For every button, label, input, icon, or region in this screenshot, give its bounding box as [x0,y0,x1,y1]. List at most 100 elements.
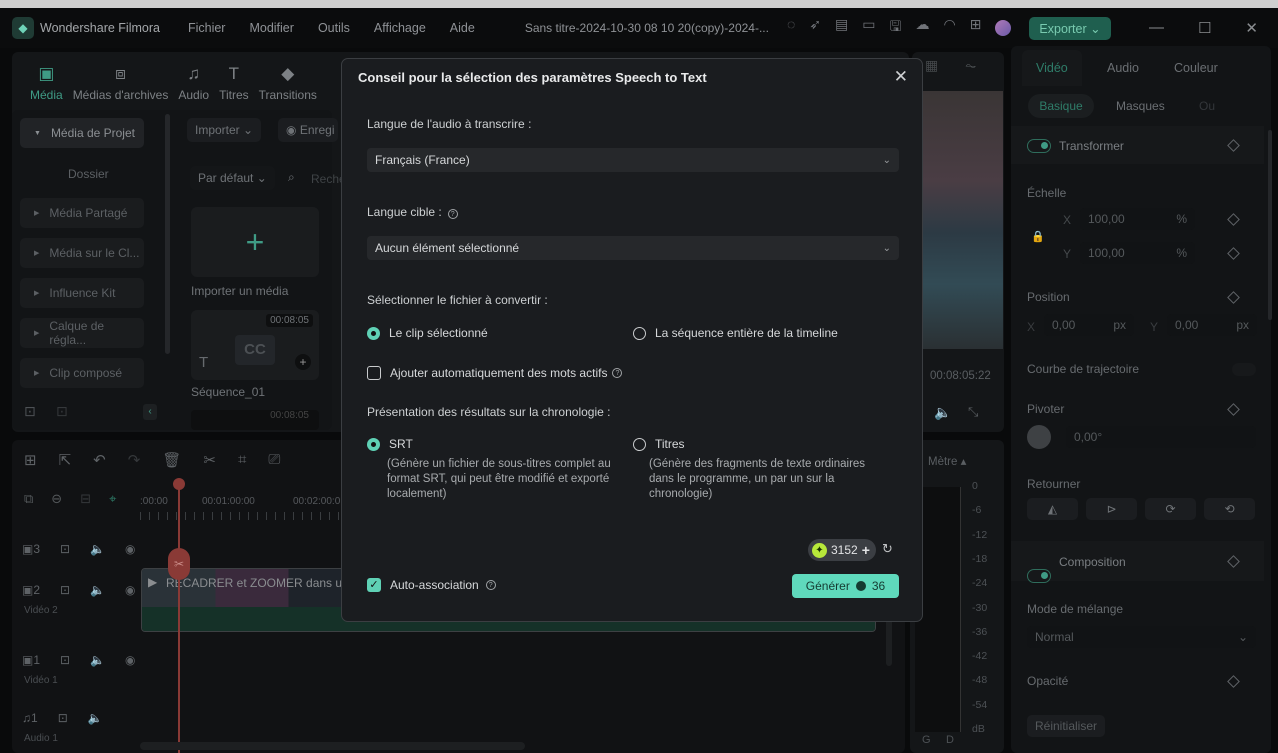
eye-icon[interactable]: ◉ [125,583,135,597]
magnet-icon[interactable]: ⌖ [109,491,116,507]
radio-button[interactable] [367,437,380,451]
help-icon[interactable]: ? [447,209,458,219]
video-preview[interactable] [922,91,1003,349]
waveform-icon[interactable]: ⏦ [965,57,976,74]
lock-icon[interactable]: ⊡ [60,653,70,667]
lock-icon[interactable]: ⊡ [60,542,70,556]
sidebar-scrollbar[interactable] [165,114,170,354]
delete-folder-icon[interactable]: ⊡ [56,403,68,420]
flip-vertical-button[interactable]: ⊳ [1086,498,1137,520]
checkbox-active-words[interactable]: Ajouter automatiquement des mots actifs? [367,366,623,380]
tab-color[interactable]: Couleur [1174,61,1218,75]
volume-icon[interactable]: 🔈 [88,711,103,725]
close-window-button[interactable]: ✕ [1245,19,1258,37]
radio-button[interactable] [367,326,380,340]
maximize-button[interactable]: ☐ [1198,19,1211,37]
radio-button[interactable] [633,437,646,451]
checkbox[interactable] [367,366,381,380]
trajectory-toggle[interactable] [1232,363,1256,376]
lock-icon[interactable]: ⊡ [60,583,70,597]
add-track-icon[interactable]: ⧉ [24,491,33,507]
flip-horizontal-button[interactable]: ◭ [1027,498,1078,520]
select-arrow-icon[interactable]: ⇱ [59,451,72,469]
checkbox[interactable]: ✓ [367,578,381,592]
timeline-scrollbar[interactable] [140,742,525,750]
sequence-thumbnail[interactable]: 00:08:05 CC T + [191,310,319,380]
blend-mode-select[interactable]: Normal ⌄ [1027,626,1256,648]
export-button[interactable]: Exporter ⌄ [1029,16,1111,40]
menu-aide[interactable]: Aide [450,21,475,35]
scale-x-input[interactable]: 100,00% [1080,208,1195,230]
headset-icon[interactable]: ◠ [943,16,955,40]
volume-icon[interactable]: 🔈 [90,583,105,597]
rotate-left-button[interactable]: ⟲ [1204,498,1255,520]
reset-button[interactable]: Réinitialiser [1027,715,1106,737]
add-to-timeline-icon[interactable]: + [295,354,311,370]
layout-icon[interactable]: ▭ [862,16,875,40]
screen-icon[interactable]: ⎚ [268,451,280,469]
crop-icon[interactable]: ⌗ [238,451,246,469]
tab-audio[interactable]: ♫ Audio [178,64,209,102]
time-ruler[interactable] [140,512,340,520]
sidebar-item-compound-clip[interactable]: ▶ Clip composé [20,358,144,388]
split-scissors-icon[interactable]: ✂ [168,548,190,580]
sidebar-item-shared-media[interactable]: ▶ Média Partagé [20,198,144,228]
radio-whole-sequence[interactable]: La séquence entière de la timeline [633,326,838,340]
refresh-icon[interactable]: ↻ [882,541,893,557]
source-language-select[interactable]: Français (France) ⌄ [367,148,899,172]
subtab-basic[interactable]: Basique [1028,94,1094,118]
tab-audio[interactable]: Audio [1107,61,1139,75]
rotate-dial[interactable] [1027,425,1051,449]
media-thumbnail[interactable]: 00:08:05 [191,410,319,430]
undo-icon[interactable]: ↶ [93,451,106,469]
radio-srt[interactable]: SRT [367,437,413,451]
menu-affichage[interactable]: Affichage [374,21,426,35]
import-media-tile[interactable]: + [191,207,319,277]
new-folder-icon[interactable]: ⊡ [24,403,36,420]
eye-icon[interactable]: ◉ [125,542,135,556]
send-icon[interactable]: ➶ [809,16,821,40]
minimize-button[interactable]: — [1149,19,1164,37]
scale-y-input[interactable]: 100,00% [1080,242,1195,264]
rotate-right-button[interactable]: ⟳ [1145,498,1196,520]
volume-icon[interactable]: 🔈 [90,542,105,556]
volume-icon[interactable]: 🔈 [934,404,951,421]
delete-icon[interactable]: 🗑 [162,451,181,469]
fullscreen-icon[interactable]: ⤡ [968,404,978,420]
target-language-select[interactable]: Aucun élément sélectionné ⌄ [367,236,899,260]
rotate-input[interactable]: 0,00° [1066,426,1256,448]
save-icon[interactable]: 🖫 [890,16,902,40]
help-icon[interactable]: ? [485,580,496,590]
sidebar-item-adjustment-layer[interactable]: ▶ Calque de régla... [20,318,144,348]
record-button[interactable]: ◉ Enregi [278,118,338,142]
import-button[interactable]: Importer ⌄ [187,118,262,142]
radio-selected-clip[interactable]: Le clip sélectionné [367,326,488,340]
sidebar-item-folder[interactable]: Dossier [68,167,109,181]
position-x-input[interactable]: 0,00 px [1044,314,1134,336]
eye-icon[interactable]: ◉ [125,653,135,667]
properties-scrollbar[interactable] [1268,130,1272,320]
subtitle-icon[interactable]: ▤ [835,16,848,40]
menu-outils[interactable]: Outils [318,21,350,35]
sidebar-item-project-media[interactable]: ▼ Média de Projet [20,118,144,148]
tab-stock-media[interactable]: ⧈ Médias d'archives [73,64,169,102]
credits-badge[interactable]: ✦ 3152 + [808,539,876,561]
apps-grid-icon[interactable]: ⊞ [970,16,982,40]
playhead-handle[interactable] [173,478,185,490]
radio-titles[interactable]: Titres [633,437,685,451]
help-icon[interactable]: ? [612,368,623,378]
subtab-masks[interactable]: Masques [1116,99,1165,113]
meter-label[interactable]: Mètre ▴ [928,454,966,468]
radio-button[interactable] [633,326,646,340]
link-icon[interactable]: ⊖ [51,491,62,507]
menu-fichier[interactable]: Fichier [188,21,226,35]
playhead[interactable] [178,482,180,753]
collapse-sidebar-button[interactable]: ‹ [143,404,157,420]
transform-toggle[interactable] [1027,139,1051,153]
lock-ratio-icon[interactable]: 🔒 [1031,230,1045,243]
cloud-upload-icon[interactable]: ☁ [915,16,929,40]
tab-media[interactable]: ▣ Média [30,64,63,102]
tab-video[interactable]: Vidéo [1036,61,1068,75]
redo-icon[interactable]: ↷ [128,451,141,469]
volume-icon[interactable]: 🔈 [90,653,105,667]
